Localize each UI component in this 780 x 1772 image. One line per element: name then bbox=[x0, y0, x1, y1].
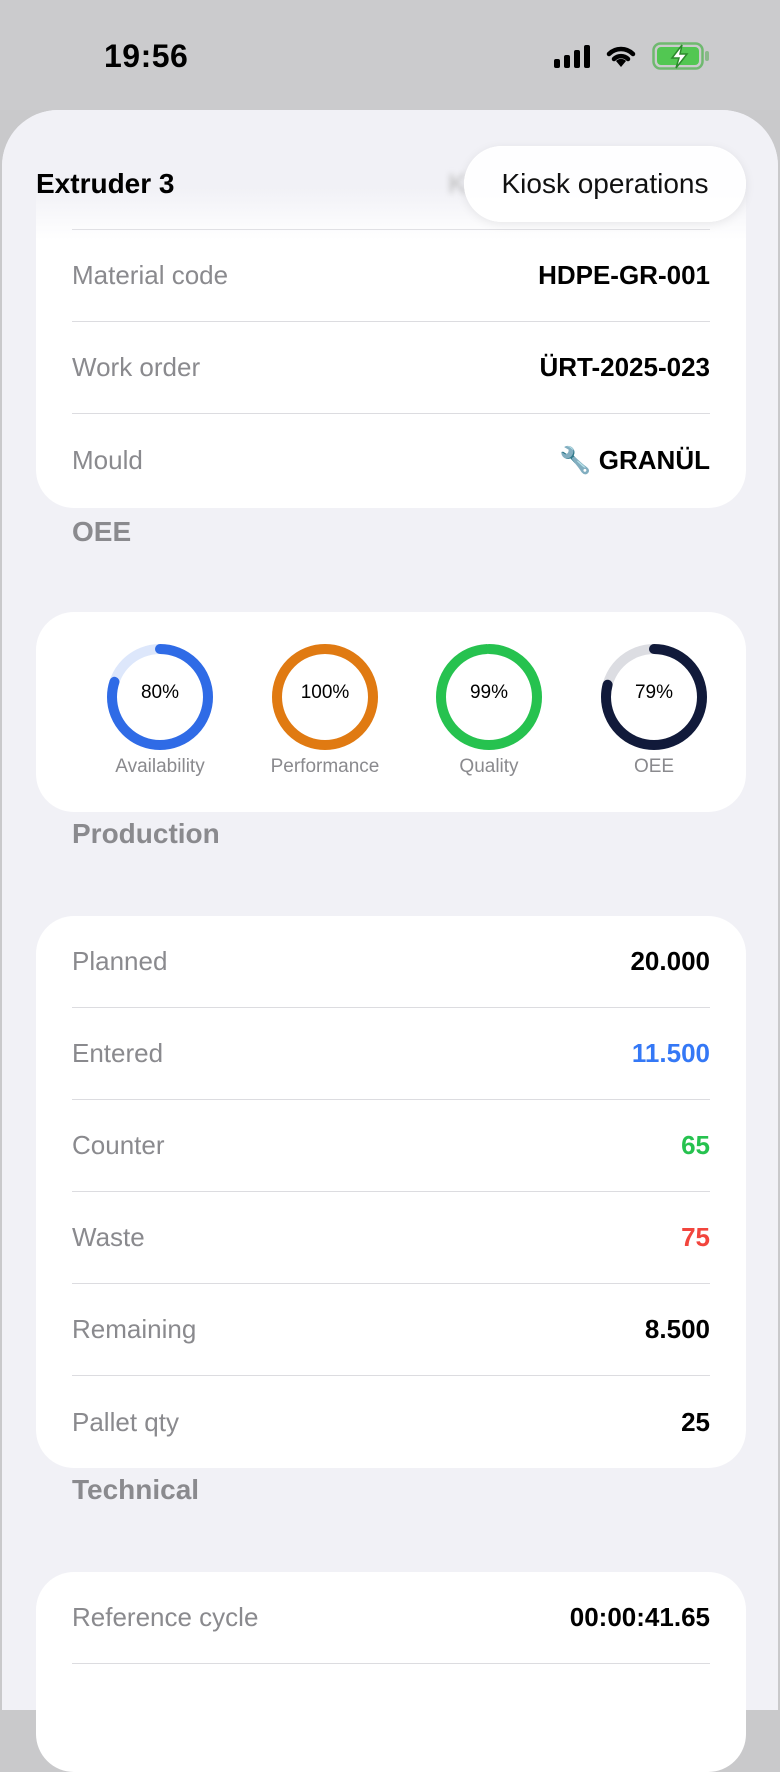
gauge-label: Availability bbox=[115, 756, 205, 777]
gauge-performance: 100% Performance bbox=[250, 642, 400, 778]
gauge-value: 100% bbox=[300, 682, 350, 703]
kiosk-operations-button[interactable]: Kiosk operations bbox=[464, 146, 746, 222]
production-row-planned: Planned 20.000 bbox=[72, 916, 710, 1008]
section-title-technical: Technical bbox=[72, 1474, 200, 1505]
detail-sheet: Material code HDPE-GR-001 Work order ÜRT… bbox=[2, 110, 778, 1772]
wrench-icon: 🔧 bbox=[559, 444, 592, 475]
oee-card: 80% Availability 100% Performance 99% Quality… bbox=[36, 612, 746, 812]
row-label: Entered bbox=[72, 1038, 164, 1068]
row-value: 00:00:41.65 bbox=[569, 1602, 710, 1632]
row-value-mould: 🔧 GRANÜL bbox=[559, 445, 710, 476]
page-title: Extruder 3 bbox=[36, 168, 175, 199]
info-row-work-order: Work order ÜRT-2025-023 bbox=[72, 322, 710, 414]
row-label: Reference cycle bbox=[72, 1602, 259, 1632]
gauge-label: Performance bbox=[270, 756, 380, 777]
mould-value: GRANÜL bbox=[598, 444, 710, 475]
row-value: HDPE-GR-001 bbox=[538, 260, 710, 290]
row-label: Mould bbox=[72, 444, 143, 475]
row-label: Remaining bbox=[72, 1314, 197, 1344]
row-value: 75 bbox=[681, 1222, 710, 1252]
row-label: Pallet qty bbox=[72, 1406, 179, 1437]
technical-card: Reference cycle 00:00:41.65 bbox=[36, 1572, 746, 1772]
production-row-entered: Entered 11.500 bbox=[72, 1008, 710, 1100]
gauge-label: Quality bbox=[459, 756, 519, 777]
row-label: Counter bbox=[72, 1130, 165, 1160]
production-row-counter: Counter 65 bbox=[72, 1100, 710, 1192]
row-value: 65 bbox=[681, 1130, 710, 1160]
row-label: Waste bbox=[72, 1222, 145, 1252]
sheet-header: Extruder 3 K Kiosk operations bbox=[2, 110, 778, 240]
gauge-value: 99% bbox=[469, 682, 509, 703]
gauge-quality: 99% Quality bbox=[414, 642, 564, 778]
production-row-pallet-qty: Pallet qty 25 bbox=[72, 1376, 710, 1468]
battery-charging-icon bbox=[652, 42, 710, 70]
gauge-availability: 80% Availability bbox=[85, 642, 235, 778]
production-card: Planned 20.000 Entered 11.500 Counter 65… bbox=[36, 916, 746, 1468]
production-row-remaining: Remaining 8.500 bbox=[72, 1284, 710, 1376]
gauge-label: OEE bbox=[633, 756, 675, 777]
cellular-signal-icon bbox=[554, 44, 590, 68]
wifi-icon bbox=[604, 43, 638, 69]
row-label: Work order bbox=[72, 352, 201, 382]
gauge-value: 79% bbox=[634, 682, 674, 703]
row-label: Planned bbox=[72, 946, 168, 976]
row-value: 25 bbox=[681, 1406, 710, 1437]
section-title-production: Production bbox=[72, 818, 220, 849]
row-value: 20.000 bbox=[630, 946, 710, 976]
technical-row-reference-cycle: Reference cycle 00:00:41.65 bbox=[72, 1572, 710, 1664]
row-label: Material code bbox=[72, 260, 229, 290]
production-row-waste: Waste 75 bbox=[72, 1192, 710, 1284]
section-title-oee: OEE bbox=[72, 516, 132, 547]
status-time: 19:56 bbox=[104, 38, 189, 74]
status-bar: 19:56 bbox=[0, 0, 780, 110]
row-value: ÜRT-2025-023 bbox=[539, 352, 710, 382]
row-value: 8.500 bbox=[644, 1314, 710, 1344]
gauge-value: 80% bbox=[140, 682, 180, 703]
status-icons bbox=[554, 42, 710, 70]
gauge-oee: 79% OEE bbox=[579, 642, 729, 778]
info-row-material-code: Material code HDPE-GR-001 bbox=[72, 230, 710, 322]
info-row-mould: Mould 🔧 GRANÜL bbox=[72, 414, 710, 506]
row-value: 11.500 bbox=[631, 1038, 710, 1068]
